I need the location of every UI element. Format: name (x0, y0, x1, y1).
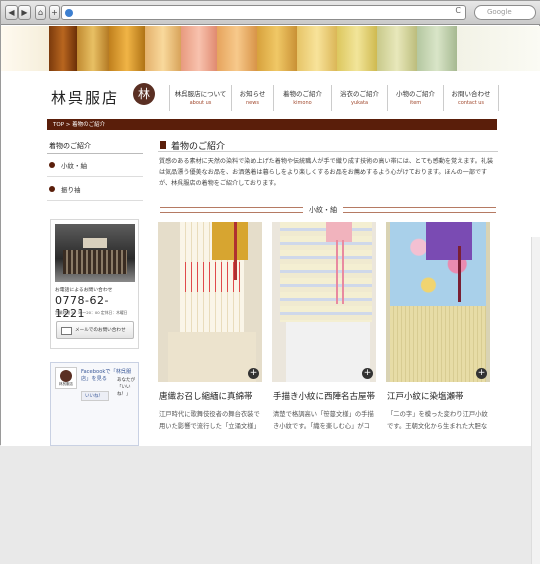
storefront-photo (55, 224, 135, 282)
intro-text: 質感のある素材に天然の染料で染め上げた着物や伝統職人が手で織り成す技術の高い帯に… (159, 158, 494, 187)
sidebar-heading: 着物のご紹介 (49, 142, 91, 150)
zoom-plus-icon[interactable]: + (248, 368, 259, 379)
product-image[interactable]: + (158, 222, 262, 382)
site-name[interactable]: 林呉服店 (51, 87, 119, 108)
nav-contact-label: お問い合わせ (451, 90, 491, 98)
phone-number[interactable]: 0778-62-1221 (55, 294, 138, 320)
search-field[interactable]: Google (474, 5, 536, 20)
product-card[interactable]: + 手描き小紋に西陣名古屋帯 清楚で格調高い「笹蔓文様」の手描き小紋です。「織を… (272, 222, 376, 446)
scrollbar[interactable] (531, 237, 540, 564)
contact-box: お電話によるお問い合わせ 0778-62-1221 営業時間 8：30〜20：0… (50, 219, 139, 349)
fb-body-text: あなたが「いいね！」 (117, 378, 135, 397)
nav-item-label: 小物のご紹介 (396, 90, 435, 98)
nav-item[interactable]: 小物のご紹介 item (387, 85, 443, 111)
contact-label: お電話によるお問い合わせ (55, 288, 113, 293)
sidebar-item-label: 小紋・紬 (61, 162, 87, 170)
bullet-icon (49, 186, 55, 192)
business-hours: 営業時間 8：30〜20：00 定休日：木曜日 (55, 310, 128, 315)
section-heading-marker (160, 141, 166, 149)
nav-news-en: news (246, 100, 259, 106)
browser-window: ◀ ▶ ⌂ + C Google 林呉服店 林 林呉服店について about u… (0, 0, 540, 564)
fb-like-label: いいね！ (85, 394, 103, 399)
bullet-icon (49, 162, 55, 168)
product-description: 「二の字」を模った変わり江戸小紋です。王朝文化から生まれた大胆な (387, 411, 488, 430)
nav-kimono[interactable]: 着物のご紹介 kimono (273, 85, 331, 111)
product-card[interactable]: + 江戸小紋に染塩瀬帯 「二の字」を模った変わり江戸小紋です。王朝文化から生まれ… (386, 222, 490, 446)
nav-contact-en: contact us (457, 100, 485, 106)
sidebar: 着物のご紹介 小紋・紬 振り袖 お電話によるお問い合わせ 0778-62-122… (47, 119, 143, 446)
product-title[interactable]: 手描き小紋に西陣名古屋帯 (273, 390, 375, 402)
product-title[interactable]: 江戸小紋に染塩瀬帯 (387, 390, 464, 402)
product-title[interactable]: 唐織お召し縮緬に真綿帯 (159, 390, 253, 402)
zoom-plus-icon[interactable]: + (476, 368, 487, 379)
facebook-box: 林呉服店 Facebookで「林呉服店」を見る いいね！ あなたが「いいね！」 (50, 362, 139, 446)
address-bar[interactable]: C (61, 5, 466, 20)
forward-button[interactable]: ▶ (18, 5, 31, 20)
fb-logo-mark (60, 370, 72, 382)
fb-logo[interactable]: 林呉服店 (55, 367, 77, 389)
nav-item-en: item (409, 100, 422, 106)
back-button[interactable]: ◀ (5, 5, 18, 20)
global-nav: 林呉服店について about us お知らせ news 着物のご紹介 kimon… (169, 85, 499, 111)
add-bookmark-button[interactable]: + (49, 5, 60, 20)
browser-toolbar: ◀ ▶ ⌂ + C Google (1, 1, 540, 25)
mail-contact-button[interactable]: メールでのお問い合わせ (56, 321, 134, 339)
nav-contact[interactable]: お問い合わせ contact us (443, 85, 499, 111)
globe-icon (65, 9, 73, 17)
site-logo[interactable]: 林 (133, 83, 155, 105)
product-image[interactable]: + (386, 222, 490, 382)
zoom-plus-icon[interactable]: + (362, 368, 373, 379)
site-header: 林呉服店 林 林呉服店について about us お知らせ news 着物のご紹… (1, 71, 540, 119)
page-content: TOP > 着物のご紹介 着物のご紹介 小紋・紬 振り袖 お電話によるお問い合わ… (1, 119, 540, 564)
nav-about[interactable]: 林呉服店について about us (169, 85, 231, 111)
mail-button-label: メールでのお問い合わせ (75, 328, 126, 333)
sidebar-item-furisode[interactable]: 振り袖 (47, 181, 143, 201)
product-image[interactable]: + (272, 222, 376, 382)
nav-about-en: about us (189, 100, 212, 106)
nav-kimono-label: 着物のご紹介 (283, 90, 322, 98)
nav-yukata[interactable]: 浴衣のご紹介 yukata (331, 85, 387, 111)
hero-fabric-banner (1, 26, 540, 71)
sidebar-item-label: 振り袖 (61, 186, 81, 194)
nav-about-label: 林呉服店について (174, 90, 227, 98)
main-content: 着物のご紹介 質感のある素材に天然の染料で染め上げた着物や伝統職人が手で織り成す… (158, 119, 498, 446)
product-card[interactable]: + 唐織お召し縮緬に真綿帯 江戸時代に歌舞伎役者の舞台衣装で用いた影響で流行した… (158, 222, 262, 446)
nav-news-label: お知らせ (239, 90, 266, 98)
fb-like-button[interactable]: いいね！ (81, 391, 109, 401)
nav-kimono-en: kimono (293, 100, 312, 106)
fb-logo-text: 林呉服店 (59, 382, 73, 386)
sidebar-item-komon[interactable]: 小紋・紬 (47, 157, 143, 177)
home-icon[interactable]: ⌂ (35, 5, 46, 20)
product-description: 清楚で格調高い「笹蔓文様」の手描き小紋です。「織を楽しむ心」がコ (273, 411, 374, 430)
mail-icon (61, 327, 72, 335)
nav-news[interactable]: お知らせ news (231, 85, 273, 111)
nav-yukata-label: 浴衣のご紹介 (340, 90, 379, 98)
section-label: 小紋・紬 (303, 205, 343, 215)
product-description: 江戸時代に歌舞伎役者の舞台衣装で用いた影響で流行した「立涌文様」 (159, 411, 260, 430)
reload-icon[interactable]: C (455, 6, 461, 15)
nav-yukata-en: yukata (350, 100, 369, 106)
